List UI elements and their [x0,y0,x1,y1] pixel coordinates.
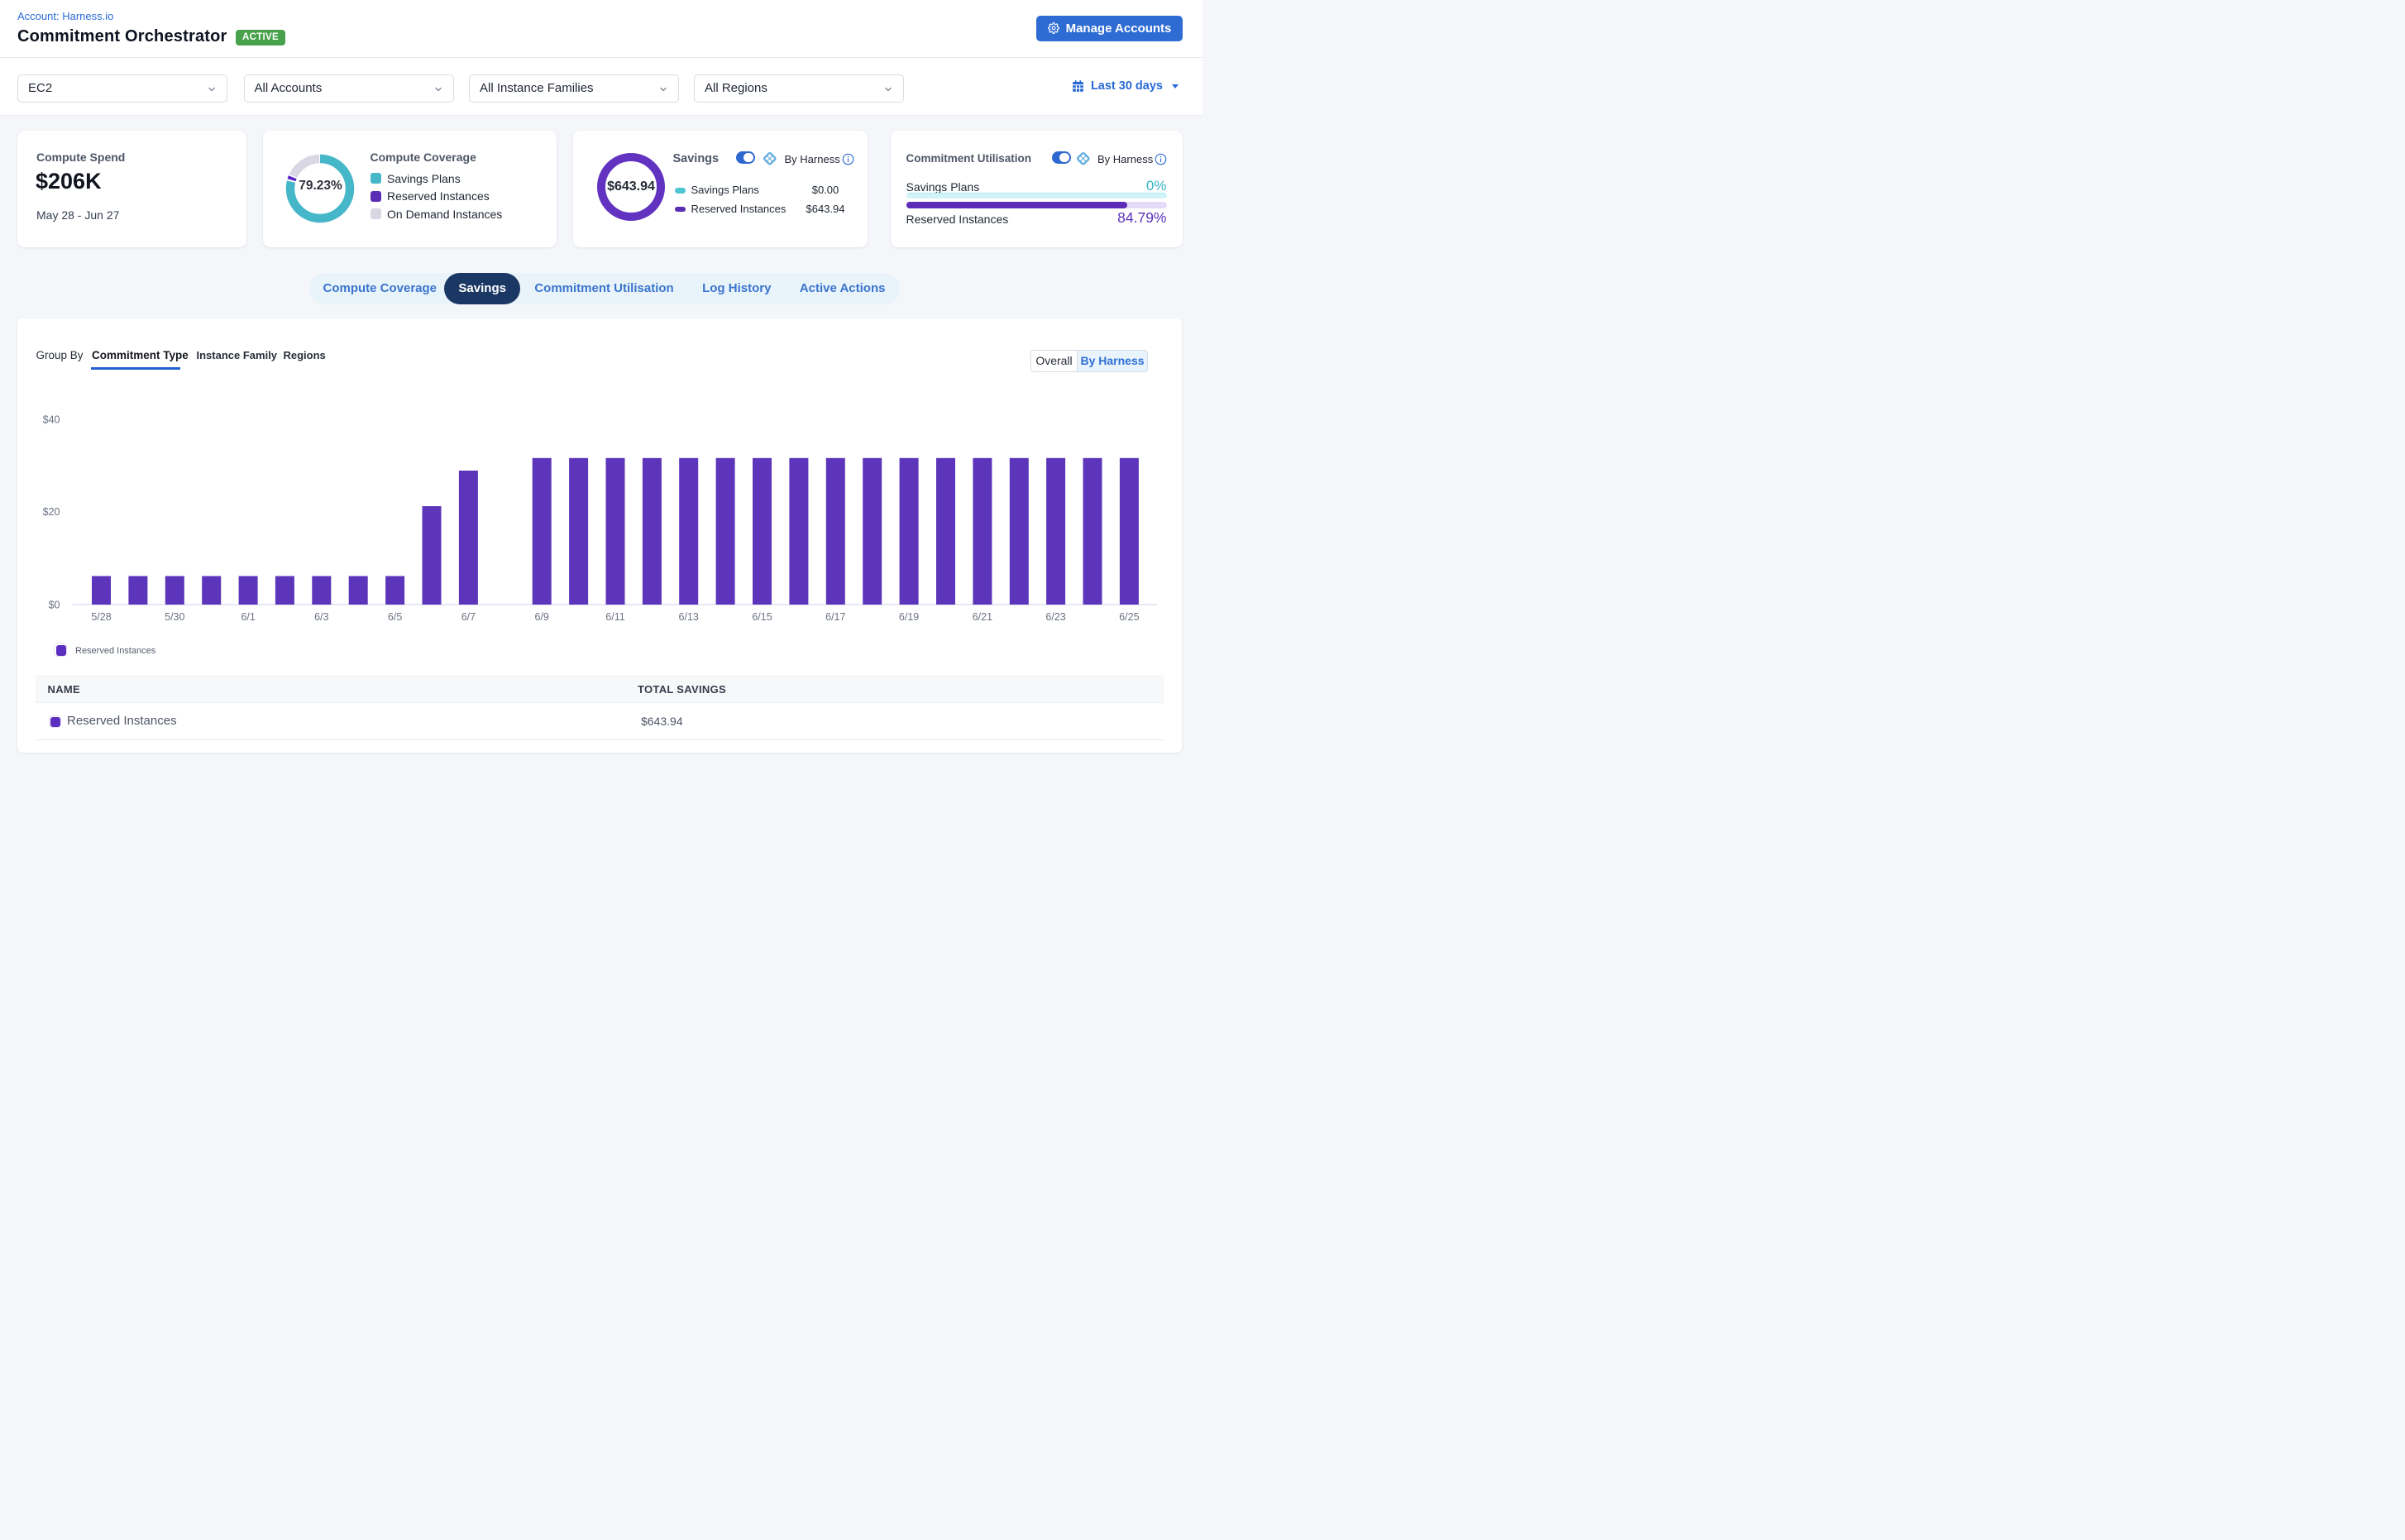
svg-text:6/9: 6/9 [535,611,549,623]
svg-text:6/17: 6/17 [825,611,845,623]
svg-text:6/5: 6/5 [388,611,402,623]
svg-text:$20: $20 [43,506,60,518]
svg-text:6/13: 6/13 [679,611,699,623]
svg-text:5/30: 5/30 [165,611,184,623]
svg-text:6/1: 6/1 [241,611,255,623]
svg-text:6/23: 6/23 [1045,611,1065,623]
svg-text:6/21: 6/21 [973,611,992,623]
svg-text:$0: $0 [49,600,60,611]
svg-text:6/25: 6/25 [1119,611,1139,623]
svg-text:6/19: 6/19 [899,611,919,623]
svg-text:5/28: 5/28 [91,611,111,623]
svg-text:6/3: 6/3 [314,611,328,623]
svg-text:6/15: 6/15 [752,611,772,623]
svg-text:6/7: 6/7 [461,611,476,623]
svg-text:$40: $40 [43,414,60,426]
svg-text:6/11: 6/11 [605,611,624,623]
